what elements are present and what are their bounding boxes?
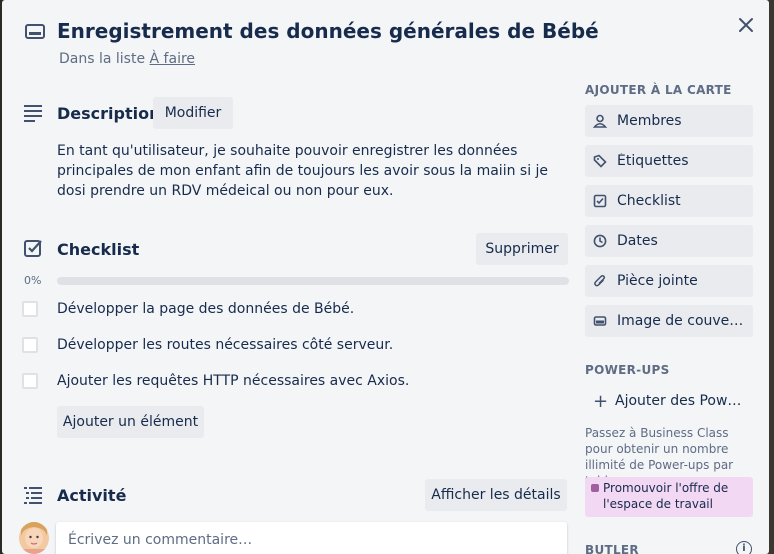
paperclip-icon: [593, 274, 607, 288]
butler-heading: BUTLER: [585, 543, 639, 554]
checklist-label: Checklist: [617, 193, 681, 209]
edit-description-button[interactable]: Modifier: [153, 97, 233, 129]
description-text[interactable]: En tant qu'utilisateur, je souhaite pouv…: [57, 141, 577, 201]
checklist-button[interactable]: Checklist: [585, 185, 753, 217]
add-checklist-item-button[interactable]: Ajouter un élément: [57, 406, 204, 438]
in-list-prefix: Dans la liste: [59, 51, 146, 67]
info-icon[interactable]: i: [736, 541, 752, 554]
add-powerups-button[interactable]: + Ajouter des Power-Ups: [585, 385, 753, 417]
checklist-progress-bar: [57, 277, 569, 285]
clock-icon: [593, 234, 607, 248]
avatar: [19, 522, 49, 554]
checklist-item[interactable]: Développer la page des données de Bébé.: [22, 297, 572, 321]
checklist-item[interactable]: Développer les routes nécessaires côté s…: [22, 333, 572, 357]
labels-label: Étiquettes: [617, 153, 689, 169]
members-label: Membres: [617, 113, 682, 129]
description-heading: Description: [57, 104, 161, 123]
powerups-heading: POWER-UPS: [585, 363, 670, 377]
card-title[interactable]: Enregistrement des données générales de …: [57, 19, 599, 43]
comment-input[interactable]: Écrivez un commentaire…: [56, 522, 567, 554]
checkbox-icon: [593, 194, 607, 208]
tag-icon: [593, 154, 607, 168]
activity-heading: Activité: [57, 486, 127, 505]
checklist-item-checkbox[interactable]: [22, 373, 38, 389]
checklist-item[interactable]: Ajouter les requêtes HTTP nécessaires av…: [22, 369, 572, 393]
members-button[interactable]: Membres: [585, 105, 753, 137]
close-icon[interactable]: [735, 14, 757, 36]
dates-label: Dates: [617, 233, 658, 249]
card-detail-modal: Enregistrement des données générales de …: [2, 0, 769, 554]
checklist-progress-percent: 0%: [24, 274, 42, 287]
labels-button[interactable]: Étiquettes: [585, 145, 753, 177]
checklist-item-label[interactable]: Ajouter les requêtes HTTP nécessaires av…: [57, 373, 409, 389]
activity-icon: [24, 487, 42, 504]
checklist-item-checkbox[interactable]: [22, 301, 38, 317]
cover-icon: [593, 314, 607, 328]
cover-image-label: Image de couverture: [617, 313, 745, 329]
promote-workspace-button[interactable]: Promouvoir l'offre de l'espace de travai…: [585, 477, 753, 517]
promote-workspace-label: Promouvoir l'offre de l'espace de travai…: [603, 481, 729, 511]
cover-image-button[interactable]: Image de couverture: [585, 305, 753, 337]
attachment-button[interactable]: Pièce jointe: [585, 265, 753, 297]
add-powerups-label: Ajouter des Power-Ups: [615, 393, 745, 409]
list-breadcrumb: Dans la liste À faire: [59, 51, 195, 67]
person-icon: [593, 114, 607, 128]
delete-checklist-button[interactable]: Supprimer: [476, 233, 568, 265]
checklist-icon: [24, 240, 42, 257]
checklist-item-checkbox[interactable]: [22, 337, 38, 353]
checklist-item-label[interactable]: Développer la page des données de Bébé.: [57, 301, 354, 317]
dates-button[interactable]: Dates: [585, 225, 753, 257]
show-details-button[interactable]: Afficher les détails: [425, 479, 567, 511]
description-icon: [24, 105, 42, 122]
attachment-label: Pièce jointe: [617, 273, 698, 289]
plus-icon: +: [593, 390, 609, 412]
checklist-heading: Checklist: [57, 240, 140, 259]
checklist-item-label[interactable]: Développer les routes nécessaires côté s…: [57, 337, 393, 353]
workspace-icon: [591, 484, 599, 492]
card-icon: [25, 24, 45, 39]
list-link[interactable]: À faire: [150, 51, 196, 67]
add-to-card-heading: AJOUTER À LA CARTE: [585, 83, 732, 97]
